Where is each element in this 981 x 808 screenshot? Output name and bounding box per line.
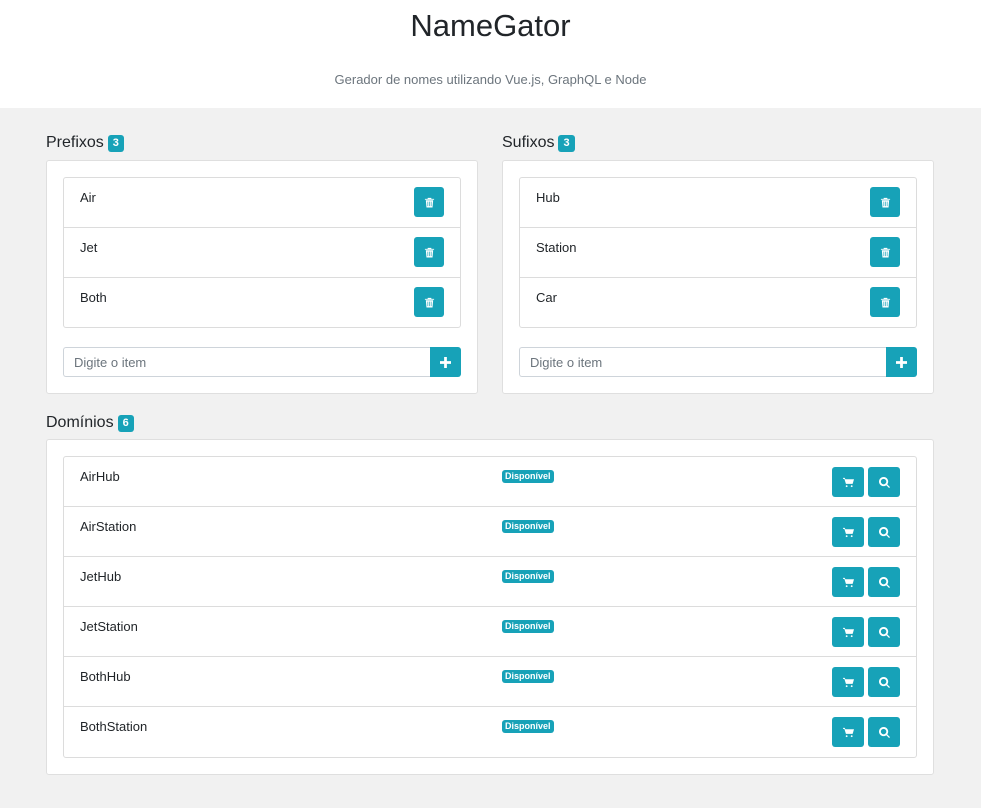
list-item-label: Station xyxy=(536,240,577,255)
suffixes-list: Hub Station Car xyxy=(519,177,917,328)
search-button[interactable] xyxy=(868,567,900,597)
cart-icon xyxy=(842,477,854,487)
search-icon xyxy=(878,676,890,688)
plus-icon xyxy=(440,356,451,368)
prefixes-count-badge: 3 xyxy=(107,134,124,152)
page-header: NameGator Gerador de nomes utilizando Vu… xyxy=(0,0,981,108)
domains-count-badge: 6 xyxy=(117,414,134,432)
buy-button[interactable] xyxy=(832,567,864,597)
suffix-input-group xyxy=(519,347,917,377)
plus-icon xyxy=(896,356,907,368)
status-badge: Disponível xyxy=(502,570,554,583)
list-item-label: Both xyxy=(80,290,107,305)
list-item: Air xyxy=(64,178,460,228)
buy-button[interactable] xyxy=(832,667,864,697)
buy-button[interactable] xyxy=(832,617,864,647)
prefix-input-group xyxy=(63,347,461,377)
table-row: JetHub Disponível xyxy=(64,557,916,607)
prefixes-title: Prefixos 3 xyxy=(46,134,124,152)
domain-name: AirHub xyxy=(80,469,120,484)
table-row: AirHub Disponível xyxy=(64,457,916,507)
table-row: AirStation Disponível xyxy=(64,507,916,557)
buy-button[interactable] xyxy=(832,717,864,747)
trash-icon xyxy=(880,247,890,258)
suffixes-card: Hub Station Car xyxy=(502,160,934,394)
domain-name: JetHub xyxy=(80,569,122,584)
delete-button[interactable] xyxy=(870,187,900,217)
search-button[interactable] xyxy=(868,617,900,647)
search-icon xyxy=(878,726,890,738)
table-row: JetStation Disponível xyxy=(64,607,916,657)
status-badge: Disponível xyxy=(502,520,554,533)
list-item: Station xyxy=(520,228,916,278)
domain-name: BothStation xyxy=(80,719,148,734)
cart-icon xyxy=(842,627,854,637)
list-item-label: Hub xyxy=(536,190,560,205)
trash-icon xyxy=(424,247,434,258)
list-item: Both xyxy=(64,278,460,328)
domain-name: BothHub xyxy=(80,669,131,684)
search-icon xyxy=(878,526,890,538)
app-subtitle: Gerador de nomes utilizando Vue.js, Grap… xyxy=(334,72,647,87)
cart-icon xyxy=(842,727,854,737)
search-icon xyxy=(878,576,890,588)
trash-icon xyxy=(880,197,890,208)
prefixes-title-label: Prefixos xyxy=(46,134,104,151)
status-badge: Disponível xyxy=(502,620,554,633)
domains-list: AirHub Disponível AirStation Disponível xyxy=(63,456,917,758)
suffixes-title: Sufixos 3 xyxy=(502,134,575,152)
suffixes-count-badge: 3 xyxy=(558,134,575,152)
prefixes-card: Air Jet Both xyxy=(46,160,478,394)
buy-button[interactable] xyxy=(832,467,864,497)
search-button[interactable] xyxy=(868,467,900,497)
search-button[interactable] xyxy=(868,517,900,547)
list-item-label: Car xyxy=(536,290,557,305)
cart-icon xyxy=(842,577,854,587)
suffix-input[interactable] xyxy=(519,347,886,377)
prefix-input[interactable] xyxy=(63,347,430,377)
domains-title-label: Domínios xyxy=(46,414,114,431)
status-badge: Disponível xyxy=(502,470,554,483)
domain-name: AirStation xyxy=(80,519,137,534)
list-item-label: Jet xyxy=(80,240,98,255)
trash-icon xyxy=(424,197,434,208)
domains-title: Domínios 6 xyxy=(46,414,134,432)
trash-icon xyxy=(880,297,890,308)
table-row: BothHub Disponível xyxy=(64,657,916,707)
domains-card: AirHub Disponível AirStation Disponível xyxy=(46,439,934,775)
list-item: Car xyxy=(520,278,916,328)
search-icon xyxy=(878,626,890,638)
list-item: Hub xyxy=(520,178,916,228)
delete-button[interactable] xyxy=(414,287,444,317)
add-prefix-button[interactable] xyxy=(430,347,461,377)
prefixes-list: Air Jet Both xyxy=(63,177,461,328)
trash-icon xyxy=(424,297,434,308)
list-item: Jet xyxy=(64,228,460,278)
domain-name: JetStation xyxy=(80,619,138,634)
table-row: BothStation Disponível xyxy=(64,707,916,757)
cart-icon xyxy=(842,527,854,537)
search-button[interactable] xyxy=(868,667,900,697)
status-badge: Disponível xyxy=(502,720,554,733)
status-badge: Disponível xyxy=(502,670,554,683)
add-suffix-button[interactable] xyxy=(886,347,917,377)
suffixes-title-label: Sufixos xyxy=(502,134,555,151)
delete-button[interactable] xyxy=(414,187,444,217)
delete-button[interactable] xyxy=(870,287,900,317)
delete-button[interactable] xyxy=(870,237,900,267)
list-item-label: Air xyxy=(80,190,96,205)
search-icon xyxy=(878,476,890,488)
cart-icon xyxy=(842,677,854,687)
buy-button[interactable] xyxy=(832,517,864,547)
delete-button[interactable] xyxy=(414,237,444,267)
app-title: NameGator xyxy=(410,8,571,43)
search-button[interactable] xyxy=(868,717,900,747)
